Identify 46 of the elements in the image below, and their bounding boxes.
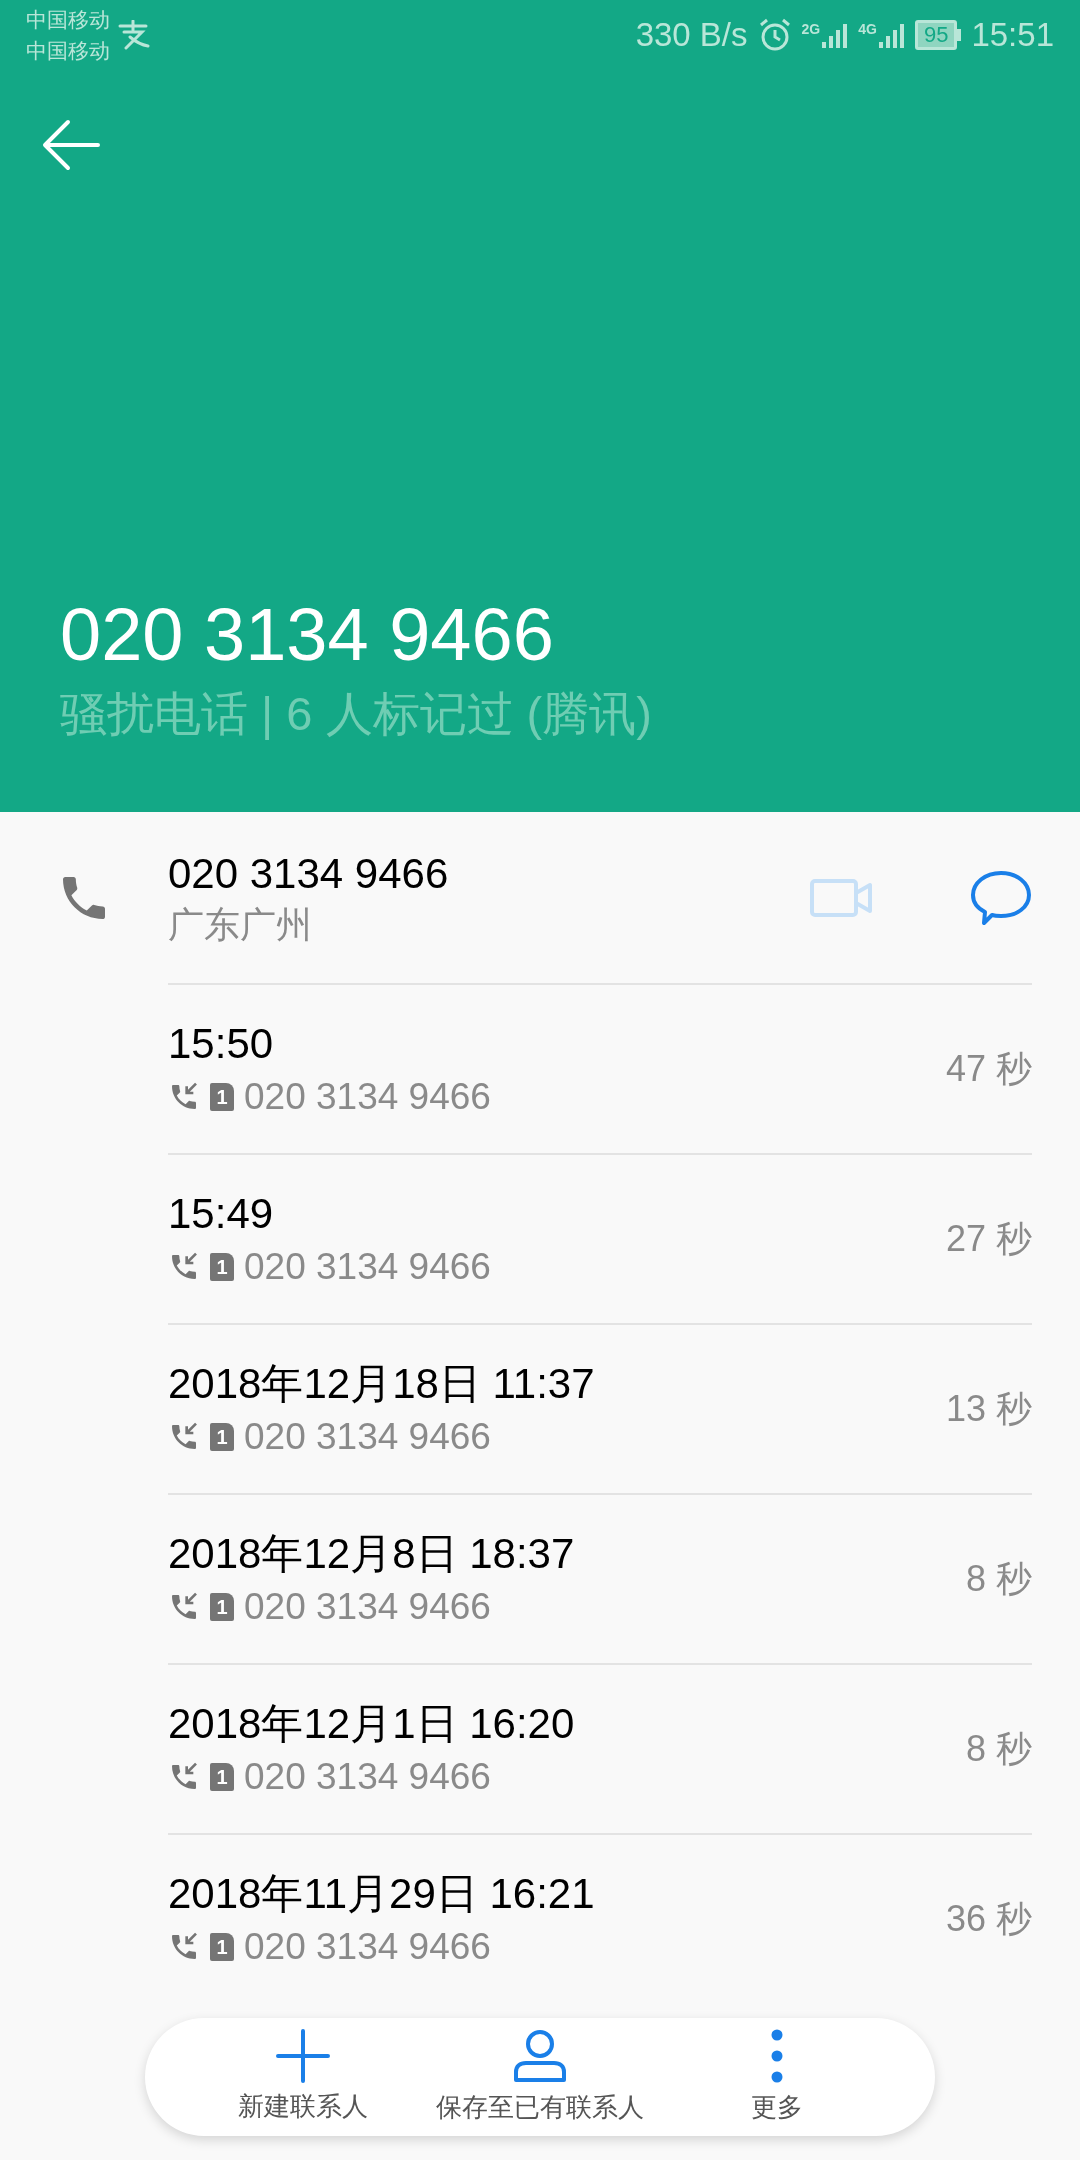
call-time: 15:49	[168, 1189, 275, 1239]
carrier-name: 中国移动	[26, 38, 110, 64]
call-duration: 8 秒	[965, 1727, 1032, 1771]
call-duration: 36 秒	[945, 1897, 1032, 1941]
plus-icon	[276, 2028, 331, 2083]
alarm-clock-icon	[757, 18, 792, 52]
more-icon	[769, 2027, 784, 2084]
signal-icon	[822, 22, 849, 48]
phone-number-title: 020 3134 9466	[60, 592, 555, 678]
call-time: 15:50	[168, 1019, 275, 1069]
call-duration: 27 秒	[945, 1217, 1032, 1261]
caller-number: 020 3134 9466	[244, 1415, 491, 1459]
caller-number: 020 3134 9466	[244, 1925, 491, 1969]
sim-card-badge: 1	[210, 1253, 234, 1281]
call-time: 2018年12月1日 16:20	[168, 1699, 575, 1749]
sim-card-badge: 1	[210, 1763, 234, 1791]
call-time: 2018年12月8日 18:37	[168, 1529, 575, 1579]
network-speed: 330 B/s	[635, 15, 748, 56]
call-duration: 8 秒	[965, 1557, 1032, 1601]
back-arrow-icon	[42, 119, 100, 171]
location: 广东广州	[168, 902, 313, 947]
carrier-name: 中国移动	[26, 7, 110, 33]
chat-bubble-icon[interactable]	[970, 869, 1032, 926]
sim-card-badge: 1	[210, 1593, 234, 1621]
phone-number: 020 3134 9466	[168, 848, 449, 899]
caller-number: 020 3134 9466	[244, 1585, 491, 1629]
caller-number: 020 3134 9466	[244, 1075, 491, 1119]
network-type: 4G	[858, 22, 877, 36]
toolbar-button[interactable]: 更多	[658, 2018, 895, 2136]
sim-card-badge: 1	[210, 1933, 234, 1961]
person-icon	[512, 2027, 568, 2084]
signal-icon	[878, 22, 905, 48]
spam-tag: 骚扰电话 | 6 人标记过 (腾讯)	[60, 684, 1020, 744]
sim-card-badge: 1	[210, 1083, 234, 1111]
call-duration: 47 秒	[945, 1047, 1032, 1091]
call-time: 2018年12月18日 11:37	[168, 1359, 595, 1409]
network-type: 2G	[801, 22, 821, 36]
call-duration: 13 秒	[945, 1387, 1032, 1431]
payment-app-icon	[116, 20, 150, 50]
toolbar-button[interactable]: 保存至已有联系人	[421, 2018, 659, 2136]
toolbar-button[interactable]: 新建联系人	[185, 2018, 422, 2136]
call-time: 2018年11月29日 16:21	[168, 1869, 595, 1919]
sim-card-badge: 1	[210, 1423, 234, 1451]
clock: 15:51	[971, 15, 1054, 56]
caller-number: 020 3134 9466	[244, 1755, 491, 1799]
caller-number: 020 3134 9466	[244, 1245, 491, 1289]
